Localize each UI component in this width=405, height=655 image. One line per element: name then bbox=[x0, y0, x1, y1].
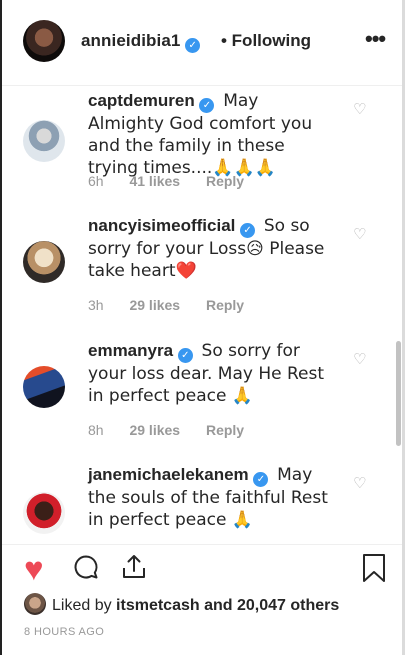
bookmark-icon[interactable] bbox=[362, 553, 386, 583]
comment-bubble-icon[interactable] bbox=[73, 554, 99, 580]
reply-button[interactable]: Reply bbox=[206, 173, 244, 189]
comment-time: 8h bbox=[88, 422, 104, 438]
comment-likes[interactable]: 41 likes bbox=[129, 173, 180, 189]
comment-item: janemichaelekanem ✓ May the souls of the… bbox=[2, 464, 400, 544]
heart-filled-icon[interactable]: ♥ bbox=[24, 551, 44, 587]
comments-scrollbar[interactable] bbox=[396, 86, 401, 544]
author-avatar[interactable] bbox=[23, 20, 65, 62]
comment-time: 3h bbox=[88, 297, 104, 313]
liker-avatar[interactable] bbox=[24, 593, 46, 615]
commenter-username-text[interactable]: nancyisimeofficial bbox=[88, 216, 235, 235]
commenter-avatar[interactable] bbox=[23, 241, 65, 283]
heart-outline-icon[interactable]: ♡ bbox=[353, 102, 367, 117]
comment-time: 6h bbox=[88, 173, 104, 189]
commenter-username-text[interactable]: emmanyra bbox=[88, 341, 173, 360]
verified-badge-icon: ✓ bbox=[240, 223, 256, 238]
post-header: annieidibia1 ✓ • Following ••• bbox=[2, 0, 402, 86]
verified-badge-icon: ✓ bbox=[177, 348, 193, 363]
liked-by-user[interactable]: itsmetcash bbox=[116, 597, 200, 614]
comment-item: nancyisimeofficial ✓ So so sorry for you… bbox=[2, 215, 400, 340]
more-options-icon[interactable]: ••• bbox=[365, 26, 386, 52]
liked-by-others[interactable]: and 20,047 others bbox=[204, 597, 339, 614]
comment-meta: 6h 41 likes Reply bbox=[88, 173, 266, 189]
comment-likes[interactable]: 29 likes bbox=[129, 297, 180, 313]
following-status[interactable]: • Following bbox=[221, 31, 311, 51]
comment-likes[interactable]: 29 likes bbox=[129, 422, 180, 438]
commenter-avatar[interactable] bbox=[23, 120, 65, 162]
commenter-username[interactable]: janemichaelekanem ✓ bbox=[88, 465, 269, 487]
comment-text: janemichaelekanem ✓ May the souls of the… bbox=[88, 464, 338, 531]
verified-badge-icon: ✓ bbox=[185, 38, 201, 53]
share-icon[interactable] bbox=[120, 553, 148, 581]
liked-by-prefix: Liked by bbox=[52, 597, 112, 614]
comment-item: emmanyra ✓ So sorry for your loss dear. … bbox=[2, 340, 400, 465]
comments-list[interactable]: captdemuren ✓ May Almighty God comfort y… bbox=[2, 86, 400, 544]
author-username-text[interactable]: annieidibia1 bbox=[81, 31, 180, 50]
commenter-username[interactable]: captdemuren ✓ bbox=[88, 91, 215, 113]
comment-text: nancyisimeofficial ✓ So so sorry for you… bbox=[88, 215, 338, 282]
commenter-username-text[interactable]: janemichaelekanem bbox=[88, 465, 249, 484]
heart-outline-icon[interactable]: ♡ bbox=[353, 227, 367, 242]
heart-outline-icon[interactable]: ♡ bbox=[353, 352, 367, 367]
post-timestamp: 8 HOURS AGO bbox=[24, 626, 105, 638]
commenter-username-text[interactable]: captdemuren bbox=[88, 91, 195, 110]
comment-meta: 8h 29 likes Reply bbox=[88, 422, 266, 438]
reply-button[interactable]: Reply bbox=[206, 422, 244, 438]
post-comments-view: annieidibia1 ✓ • Following ••• captdemur… bbox=[0, 0, 405, 655]
comment-text: captdemuren ✓ May Almighty God comfort y… bbox=[88, 90, 338, 179]
heart-outline-icon[interactable]: ♡ bbox=[353, 476, 367, 491]
commenter-avatar[interactable] bbox=[23, 492, 65, 534]
comment-text: emmanyra ✓ So sorry for your loss dear. … bbox=[88, 340, 338, 407]
verified-badge-icon: ✓ bbox=[253, 472, 269, 487]
commenter-username[interactable]: emmanyra ✓ bbox=[88, 341, 193, 363]
comment-meta: 3h 29 likes Reply bbox=[88, 297, 266, 313]
reply-button[interactable]: Reply bbox=[206, 297, 244, 313]
verified-badge-icon: ✓ bbox=[199, 98, 215, 113]
commenter-avatar[interactable] bbox=[23, 366, 65, 408]
scrollbar-thumb[interactable] bbox=[396, 341, 401, 446]
comment-item: captdemuren ✓ May Almighty God comfort y… bbox=[2, 90, 400, 215]
post-actions-bar: ♥ Liked by itsmetcash and 20,047 others … bbox=[2, 544, 402, 655]
liked-by-summary: Liked by itsmetcash and 20,047 others bbox=[24, 593, 339, 615]
author-username[interactable]: annieidibia1 ✓ bbox=[81, 31, 201, 53]
commenter-username[interactable]: nancyisimeofficial ✓ bbox=[88, 216, 256, 238]
